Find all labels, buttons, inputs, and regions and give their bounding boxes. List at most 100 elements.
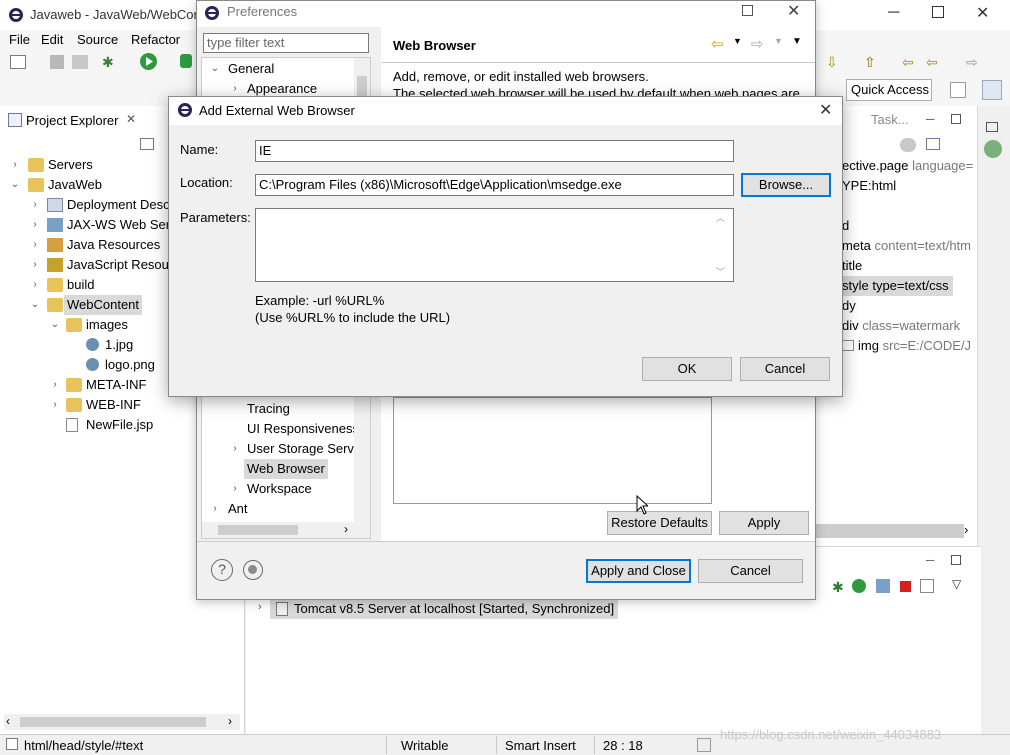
view-menu-icon[interactable]: ▼ — [792, 36, 802, 47]
publish-icon[interactable] — [920, 579, 934, 593]
quick-access-input[interactable]: Quick Access — [846, 79, 932, 101]
pref-tree-web-browser[interactable]: Web Browser — [202, 459, 352, 479]
chevron-right-icon[interactable]: › — [50, 375, 60, 395]
close-icon[interactable]: ✕ — [787, 1, 800, 21]
scrollbar-thumb[interactable] — [218, 525, 298, 535]
chevron-right-icon[interactable]: › — [258, 601, 262, 613]
collapse-all-icon[interactable] — [926, 138, 940, 150]
outline-line[interactable]: div class=watermark — [842, 316, 973, 336]
chevron-right-icon[interactable]: › — [30, 195, 40, 215]
scroll-right-icon[interactable]: › — [344, 522, 348, 536]
minimize-icon[interactable]: ─ — [888, 4, 899, 22]
cancel-button[interactable]: Cancel — [698, 559, 803, 583]
maximize-icon[interactable] — [742, 5, 753, 16]
collapse-all-icon[interactable] — [140, 138, 154, 150]
chevron-right-icon[interactable]: › — [30, 235, 40, 255]
cancel-button[interactable]: Cancel — [740, 357, 830, 381]
outline-view-icon[interactable] — [984, 140, 1002, 158]
menu-edit[interactable]: Edit — [41, 32, 63, 47]
maximize-view-icon[interactable] — [951, 555, 961, 565]
chevron-down-icon[interactable]: ▼ — [774, 36, 783, 46]
minimize-view-icon[interactable]: ─ — [926, 553, 935, 567]
outline-icon[interactable] — [900, 138, 916, 152]
editor-scrollbar-thumb[interactable] — [816, 524, 964, 538]
pref-tree-workspace[interactable]: › Workspace — [202, 479, 352, 499]
run-icon[interactable] — [140, 53, 157, 70]
scroll-right-icon[interactable]: › — [228, 714, 232, 728]
pref-tree-user-storage[interactable]: › User Storage Serv — [202, 439, 354, 459]
tree-horizontal-scrollbar[interactable]: › — [202, 522, 370, 538]
scroll-right-icon[interactable]: › — [964, 522, 968, 537]
pref-tree-tracing[interactable]: Tracing — [202, 399, 352, 419]
chevron-down-icon[interactable]: ⌄ — [10, 175, 20, 195]
tasks-tab[interactable]: Task... — [871, 112, 909, 127]
name-field[interactable]: IE — [255, 140, 734, 162]
chevron-right-icon[interactable]: › — [210, 499, 220, 519]
scroll-down-icon[interactable]: ﹀ — [716, 265, 725, 278]
outline-line[interactable]: title — [842, 256, 973, 276]
javaee-perspective-icon[interactable] — [982, 80, 1002, 100]
project-explorer-tab[interactable]: Project Explorer ✕ — [0, 106, 150, 134]
last-edit-icon[interactable]: ⇧ — [864, 54, 876, 71]
minimize-view-icon[interactable]: ─ — [926, 112, 935, 126]
browser-list[interactable] — [393, 397, 712, 504]
location-field[interactable]: C:\Program Files (x86)\Microsoft\Edge\Ap… — [255, 174, 734, 196]
chevron-right-icon[interactable]: › — [230, 439, 240, 459]
back-arrow-icon[interactable]: ⇦ — [711, 35, 724, 53]
apply-button[interactable]: Apply — [719, 511, 809, 535]
close-icon[interactable]: ✕ — [819, 100, 832, 120]
next-annotation-icon[interactable]: ⇩ — [826, 54, 838, 71]
progress-icon[interactable] — [697, 738, 711, 752]
chevron-down-icon[interactable]: ⌄ — [50, 315, 60, 335]
start-server-icon[interactable] — [852, 579, 866, 593]
close-icon[interactable]: ✕ — [976, 3, 989, 23]
external-tools-icon[interactable] — [180, 54, 192, 68]
menu-source[interactable]: Source — [77, 32, 118, 47]
outline-line[interactable]: dy — [842, 296, 973, 316]
apply-and-close-button[interactable]: Apply and Close — [586, 559, 691, 583]
scrollbar-thumb[interactable] — [20, 717, 206, 727]
forward-icon[interactable]: ⇨ — [966, 54, 978, 71]
profile-server-icon[interactable] — [876, 579, 890, 593]
debug-icon[interactable]: ✱ — [102, 54, 114, 71]
outline-line[interactable]: meta content=text/htm — [842, 236, 973, 256]
browse-button[interactable]: Browse... — [741, 173, 831, 197]
save-all-icon[interactable] — [72, 55, 88, 69]
menu-file[interactable]: File — [9, 32, 30, 47]
chevron-right-icon[interactable]: › — [30, 275, 40, 295]
pref-tree-ui-responsiveness[interactable]: UI Responsiveness — [202, 419, 359, 439]
server-row-tomcat[interactable]: Tomcat v8.5 Server at localhost [Started… — [270, 599, 619, 619]
debug-server-icon[interactable]: ✱ — [832, 579, 844, 596]
pref-tree-general[interactable]: ⌄ General — [202, 59, 352, 79]
open-perspective-icon[interactable] — [950, 82, 966, 98]
chevron-right-icon[interactable]: › — [30, 255, 40, 275]
close-view-icon[interactable]: ✕ — [126, 112, 136, 126]
filter-input[interactable]: type filter text — [203, 33, 369, 53]
new-icon[interactable] — [10, 55, 26, 69]
scroll-left-icon[interactable]: ‹ — [6, 714, 10, 728]
chevron-down-icon[interactable]: ⌄ — [30, 295, 40, 315]
outline-line[interactable]: YPE:html — [842, 176, 973, 196]
help-icon[interactable]: ? — [211, 559, 233, 581]
outline-line[interactable]: d — [842, 216, 973, 236]
outline-line-selected[interactable]: style type=text/css — [842, 276, 953, 296]
outline-line[interactable]: ective.page language= — [842, 156, 973, 176]
stop-server-icon[interactable] — [900, 581, 911, 592]
scroll-up-icon[interactable]: ︿ — [716, 211, 725, 224]
view-menu-icon[interactable]: ▽ — [952, 577, 961, 591]
back-history-icon[interactable]: ⇦ — [902, 54, 914, 71]
horizontal-scrollbar[interactable]: ‹ › — [4, 714, 240, 730]
import-export-icon[interactable] — [243, 560, 263, 580]
chevron-right-icon[interactable]: › — [230, 479, 240, 499]
chevron-right-icon[interactable]: › — [50, 395, 60, 415]
chevron-down-icon[interactable]: ▼ — [733, 36, 742, 46]
maximize-icon[interactable] — [932, 6, 944, 18]
maximize-view-icon[interactable] — [951, 114, 961, 124]
forward-arrow-icon[interactable]: ⇨ — [751, 35, 764, 53]
pref-tree-ant[interactable]: › Ant — [202, 499, 352, 519]
chevron-down-icon[interactable]: ⌄ — [210, 59, 220, 79]
back-icon[interactable]: ⇦ — [926, 54, 938, 71]
save-icon[interactable] — [50, 55, 64, 69]
outline-line[interactable]: img src=E:/CODE/J — [842, 336, 973, 356]
chevron-right-icon[interactable]: › — [30, 215, 40, 235]
